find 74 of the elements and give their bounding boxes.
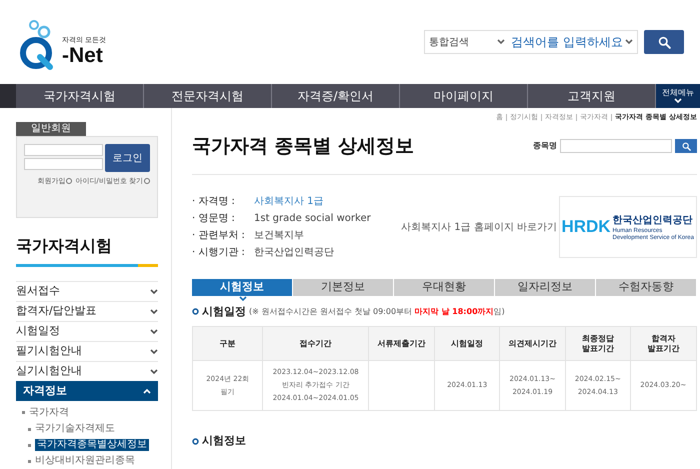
org-logo-mark: HRDK <box>561 216 611 238</box>
content-tab[interactable]: 시험정보 <box>192 278 293 296</box>
info-link[interactable]: 사회복지사 1급 <box>254 194 324 208</box>
content-tab[interactable]: 기본정보 <box>293 278 394 296</box>
item-search-button[interactable] <box>675 139 697 154</box>
chevron-down-icon <box>150 328 158 334</box>
logo-text: -Net <box>62 45 104 67</box>
sidebar-subitem[interactable]: 국가자격종목별상세정보 <box>35 439 149 451</box>
circle-bullet-icon <box>192 438 199 445</box>
login-tab[interactable]: 일반회원 <box>16 122 86 136</box>
org-logo-name: 한국산업인력공단 <box>612 214 694 228</box>
chevron-down-icon <box>150 348 158 354</box>
nav-menu-item[interactable]: 전문자격시험 <box>144 84 272 108</box>
table-header-cell: 의견제시기간 <box>499 326 566 360</box>
info-label: · 시행기관 : <box>192 246 246 260</box>
password-input[interactable] <box>24 158 103 170</box>
sidebar-menu-item[interactable]: 원서접수 <box>16 281 158 301</box>
search-scope-select[interactable]: 통합검색 <box>425 34 509 50</box>
circle-bullet-icon <box>192 308 199 316</box>
all-menu-button[interactable]: 전체메뉴 <box>656 84 700 108</box>
chevron-down-icon <box>674 98 682 104</box>
chevron-down-icon <box>150 308 158 314</box>
chevron-down-icon <box>238 296 246 302</box>
chevron-down-icon <box>497 39 505 45</box>
info-label: · 자격명 : <box>192 194 236 208</box>
sidebar-menu-item[interactable]: 합격자/답안발표 <box>16 301 158 321</box>
table-header-cell: 최종정답 발표기간 <box>566 326 630 360</box>
bullet-icon <box>22 411 25 414</box>
item-search-input[interactable] <box>560 139 672 154</box>
bullet-icon <box>28 428 31 430</box>
id-input[interactable] <box>24 144 103 156</box>
sidebar-subitem[interactable]: 비상대비자원관리종목 <box>35 455 135 467</box>
info-label: · 관련부처 : <box>192 228 246 242</box>
content-tab[interactable]: 일자리정보 <box>495 278 596 296</box>
nav-menu-item[interactable]: 자격증/확인서 <box>272 84 400 108</box>
table-header-cell: 접수기간 <box>262 326 369 360</box>
content-tab[interactable]: 수험자동향 <box>596 278 697 296</box>
chevron-down-icon <box>150 368 158 374</box>
title-underline-accent <box>138 264 158 267</box>
sidebar-menu-item[interactable]: 자격정보 <box>16 381 158 401</box>
nav-menu-item[interactable]: 마이페이지 <box>400 84 528 108</box>
sidebar-menu-item[interactable]: 시험일정 <box>16 321 158 341</box>
search-button[interactable] <box>644 30 684 54</box>
schedule-note: (※ 원서접수시간은 원서접수 첫날 09:00부터 마지막 날 18:00까지임) <box>249 306 505 318</box>
search-field[interactable]: 통합검색 검색어를 입력하세요 <box>424 30 638 54</box>
search-input[interactable]: 검색어를 입력하세요 <box>509 33 625 51</box>
section-heading: 시험정보 <box>202 433 246 449</box>
bullet-icon <box>28 460 31 462</box>
chevron-down-icon <box>625 39 633 45</box>
table-cell <box>368 360 435 410</box>
table-header-cell: 구분 <box>192 326 263 360</box>
sidebar-menu-item[interactable]: 필기시험안내 <box>16 341 158 361</box>
content-tab[interactable]: 우대현황 <box>394 278 495 296</box>
sidebar-subitem[interactable]: 국가기술자격제도 <box>35 423 115 435</box>
table-header-cell: 시험일정 <box>434 326 500 360</box>
section-heading: 시험일정 <box>202 304 246 320</box>
info-value: 1st grade social worker <box>254 212 371 226</box>
sidebar-title: 국가자격시험 <box>16 235 113 258</box>
page-title: 국가자격 종목별 상세정보 <box>192 134 414 159</box>
nav-menu-item[interactable]: 국가자격시험 <box>16 84 144 108</box>
homepage-link[interactable]: 사회복지사 1급 홈페이지 바로가기 <box>401 220 557 234</box>
login-button[interactable]: 로그인 <box>105 144 150 172</box>
info-value: 보건복지부 <box>254 228 304 242</box>
search-icon <box>682 142 690 151</box>
chevron-down-icon <box>150 288 158 294</box>
info-label: · 영문명 : <box>192 212 236 226</box>
info-value: 한국산업인력공단 <box>254 246 334 260</box>
chevron-up-icon <box>143 388 151 394</box>
table-header-cell: 서류제출기간 <box>368 326 435 360</box>
search-icon <box>658 36 670 48</box>
sidebar-subitem[interactable]: 국가자격 <box>29 406 69 418</box>
item-search-label: 종목명 <box>533 140 557 152</box>
bullet-icon <box>28 444 31 446</box>
table-header-cell: 합격자 발표기간 <box>630 326 696 360</box>
